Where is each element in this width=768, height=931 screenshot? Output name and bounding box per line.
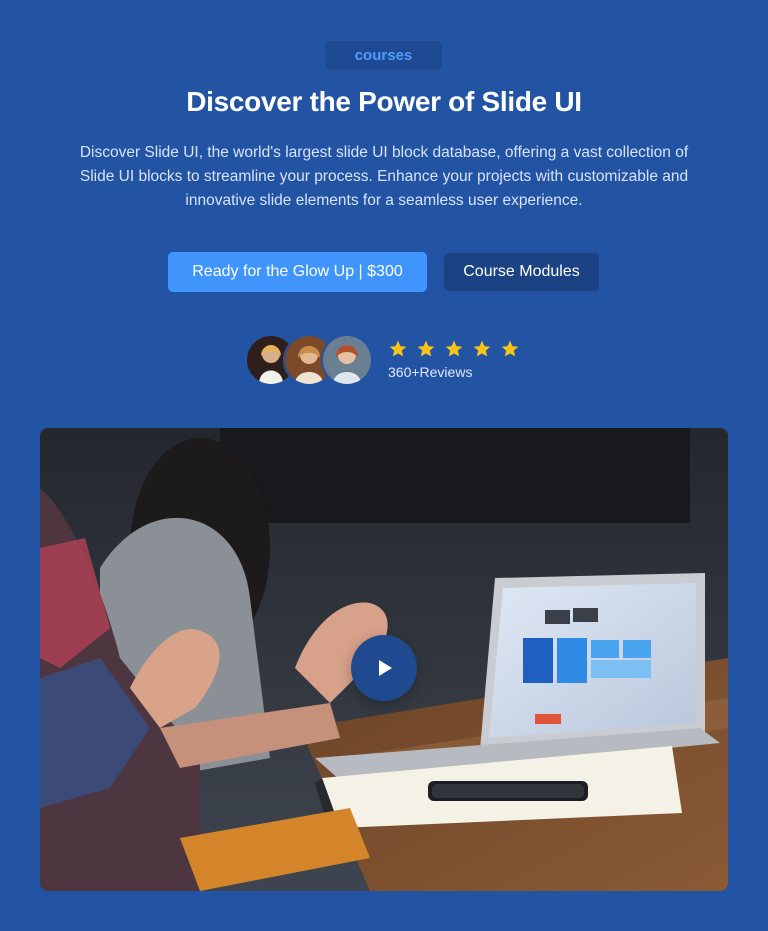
play-icon bbox=[379, 660, 392, 676]
star-icon bbox=[417, 340, 435, 357]
hero-description: Discover Slide UI, the world's largest s… bbox=[79, 144, 689, 209]
courses-badge: courses bbox=[324, 40, 443, 71]
star-icon bbox=[501, 340, 519, 357]
reviews-count: 360+Reviews bbox=[388, 364, 473, 380]
star-icon bbox=[473, 340, 491, 357]
rating-stars bbox=[388, 339, 520, 359]
star-icon bbox=[389, 340, 407, 357]
hero-section: courses Discover the Power of Slide UI D… bbox=[0, 0, 768, 931]
star-icon bbox=[445, 340, 463, 357]
page-title: Discover the Power of Slide UI bbox=[186, 86, 582, 117]
course-modules-button[interactable]: Course Modules bbox=[444, 253, 599, 291]
glow-up-button[interactable]: Ready for the Glow Up | $300 bbox=[168, 252, 427, 292]
course-video[interactable] bbox=[40, 428, 728, 891]
avatar bbox=[321, 334, 373, 386]
reviewer-avatars bbox=[245, 334, 373, 386]
play-button[interactable] bbox=[351, 635, 417, 701]
